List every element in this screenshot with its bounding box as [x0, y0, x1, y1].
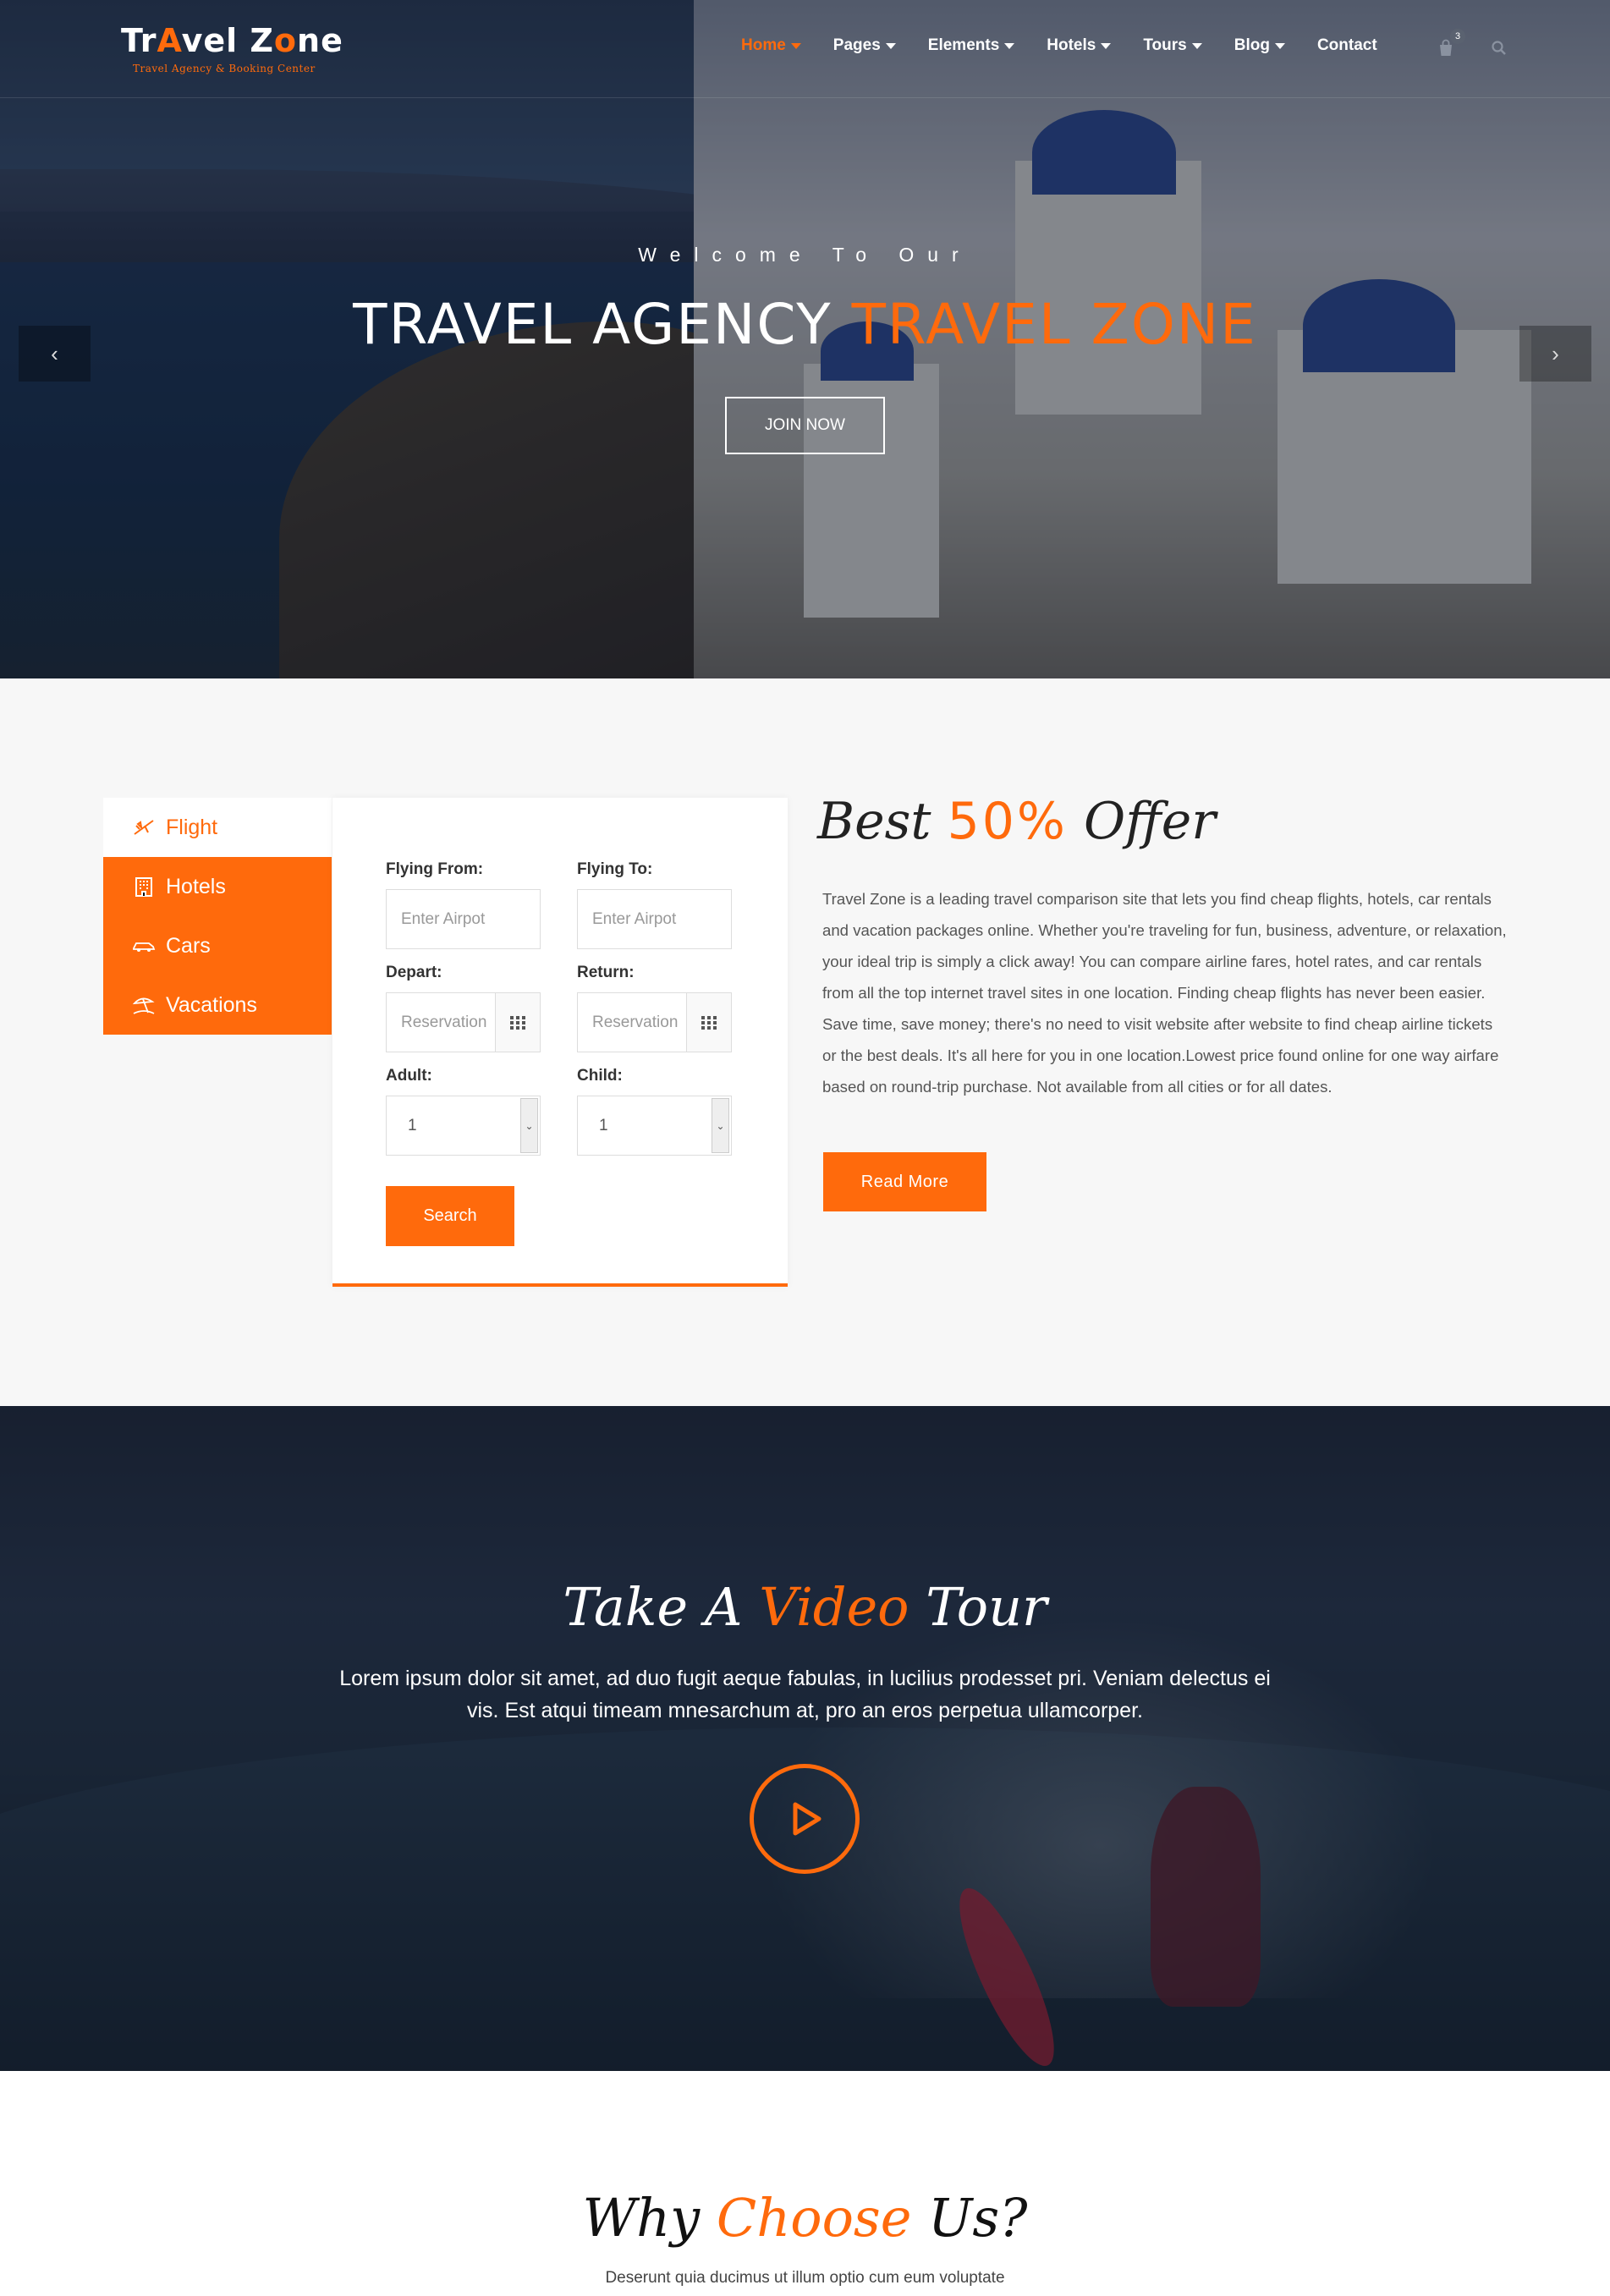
nav-label: Contact [1316, 36, 1377, 54]
caret-down-icon [885, 42, 896, 49]
offer-title-highlight: 50% [947, 792, 1068, 851]
nav-label: Tours [1143, 36, 1187, 54]
search-icon[interactable] [1491, 40, 1508, 57]
video-dark-overlay [0, 1406, 1610, 2071]
main-menu: Home Pages Elements Hotels Tours Blog Co… [741, 36, 1409, 55]
video-title-part: Tour [909, 1576, 1047, 1638]
play-video-button[interactable] [750, 1764, 860, 1874]
tab-hotels[interactable]: Hotels [103, 857, 332, 916]
hero-slider: TrAvel Zone Travel Agency & Booking Cent… [0, 0, 1610, 678]
video-title-part: Take A [563, 1576, 760, 1638]
join-now-button[interactable]: JOIN NOW [725, 397, 885, 454]
child-select[interactable]: 1 ⌄ [577, 1096, 732, 1156]
slider-next-button[interactable]: › [1519, 326, 1591, 382]
play-icon [793, 1802, 821, 1836]
chevron-down-icon: ⌄ [712, 1098, 729, 1153]
offer-description: Travel Zone is a leading travel comparis… [822, 890, 1507, 1096]
beach-umbrella-icon [132, 994, 156, 1016]
tab-vacations[interactable]: Vacations [103, 975, 332, 1035]
return-date-input[interactable]: Reservation [577, 992, 732, 1052]
offer-title-part: Offer [1067, 792, 1216, 851]
hero-title-highlight: TRAVEL ZONE [851, 292, 1257, 357]
caret-down-icon [790, 42, 801, 49]
flying-to-input[interactable]: Enter Airpot [577, 889, 732, 949]
logo-text-part: Tr [121, 22, 157, 59]
why-title-highlight: Choose [716, 2187, 912, 2249]
nav-hotels[interactable]: Hotels [1047, 36, 1112, 55]
caret-down-icon [1004, 42, 1015, 49]
flight-search-form: Flying From: Enter Airpot Flying To: Ent… [332, 798, 788, 1287]
depart-label: Depart: [386, 964, 442, 981]
logo-text-part: ne [297, 22, 343, 59]
nav-blog[interactable]: Blog [1234, 36, 1285, 55]
nav-label: Hotels [1047, 36, 1096, 54]
child-label: Child: [577, 1067, 623, 1085]
adult-select[interactable]: 1 ⌄ [386, 1096, 541, 1156]
caret-down-icon [1191, 42, 1202, 49]
video-tour-section [0, 1406, 1610, 2071]
nav-label: Home [741, 36, 786, 54]
cart-count-badge: 3 [1450, 29, 1465, 44]
eiffel-tower-icon: A [157, 22, 182, 59]
tab-label: Cars [166, 933, 211, 958]
why-title-part: Why [582, 2187, 717, 2249]
hotel-icon [132, 876, 156, 898]
why-title-part: Us? [911, 2187, 1028, 2249]
site-logo[interactable]: TrAvel Zone Travel Agency & Booking Cent… [121, 22, 343, 74]
video-tour-description: Lorem ipsum dolor sit amet, ad duo fugit… [339, 1667, 1271, 1722]
why-choose-us-subtitle: Deserunt quia ducimus ut illum optio cum… [605, 2269, 1005, 2287]
nav-elements[interactable]: Elements [927, 36, 1015, 55]
tab-label: Vacations [166, 992, 257, 1017]
car-icon [132, 935, 156, 957]
read-more-button[interactable]: Read More [823, 1152, 986, 1211]
nav-tours[interactable]: Tours [1143, 36, 1202, 55]
caret-down-icon [1274, 42, 1285, 49]
flying-from-label: Flying From: [386, 860, 484, 878]
flying-from-input[interactable]: Enter Airpot [386, 889, 541, 949]
nav-home[interactable]: Home [741, 36, 801, 55]
nav-label: Blog [1234, 36, 1270, 54]
slider-prev-button[interactable]: ‹ [19, 326, 91, 382]
depart-date-input[interactable]: Reservation [386, 992, 541, 1052]
video-tour-title: Take A Video Tour [0, 1576, 1610, 1638]
offer-title-part: Best [817, 792, 948, 851]
booking-tabs: Flight Hotels Cars Vacations [103, 798, 332, 1035]
top-navbar: TrAvel Zone Travel Agency & Booking Cent… [0, 0, 1610, 98]
calendar-icon[interactable] [495, 993, 540, 1052]
nav-contact[interactable]: Contact [1317, 36, 1377, 55]
search-button[interactable]: Search [386, 1186, 514, 1246]
return-label: Return: [577, 964, 635, 981]
chevron-left-icon: ‹ [51, 340, 58, 366]
hero-title: TRAVEL AGENCY TRAVEL ZONE [0, 292, 1610, 357]
why-choose-us-title: Why Choose Us? [0, 2187, 1610, 2249]
logo-tagline: Travel Agency & Booking Center [133, 63, 316, 74]
nav-label: Pages [832, 36, 881, 54]
calendar-icon[interactable] [686, 993, 731, 1052]
tab-label: Hotels [166, 874, 226, 898]
adult-label: Adult: [386, 1067, 432, 1085]
logo-text: TrAvel Zone [121, 22, 343, 59]
adult-value: 1 [408, 1117, 417, 1134]
tab-label: Flight [166, 815, 218, 839]
tab-cars[interactable]: Cars [103, 916, 332, 975]
caret-down-icon [1101, 42, 1112, 49]
return-placeholder: Reservation [592, 1013, 679, 1031]
child-value: 1 [599, 1117, 608, 1134]
chevron-right-icon: › [1552, 340, 1559, 366]
logo-text-part: vel Z [181, 22, 274, 59]
hero-title-main: TRAVEL AGENCY [353, 292, 852, 357]
hero-subtitle: Welcome To Our [638, 244, 972, 266]
nav-label: Elements [927, 36, 1000, 54]
chevron-down-icon: ⌄ [520, 1098, 538, 1153]
offer-title: Best 50% Offer [817, 792, 1216, 851]
tab-flight[interactable]: Flight [103, 798, 332, 857]
plane-icon [132, 816, 156, 838]
flying-to-label: Flying To: [577, 860, 653, 878]
nav-pages[interactable]: Pages [833, 36, 896, 55]
globe-icon: o [273, 22, 298, 59]
depart-placeholder: Reservation [401, 1013, 487, 1031]
video-title-highlight: Video [759, 1576, 909, 1638]
